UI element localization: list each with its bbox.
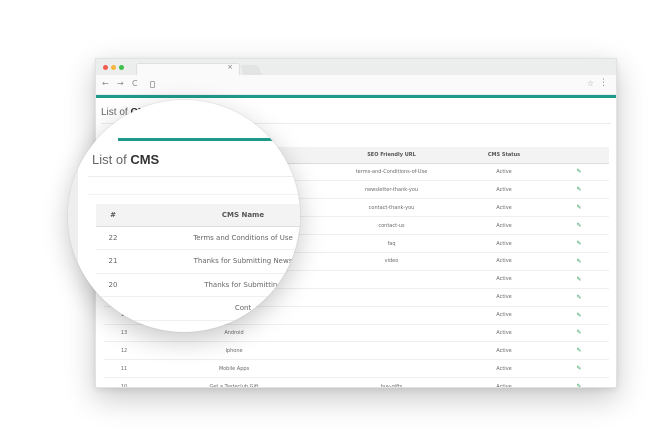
forward-icon[interactable]: → bbox=[117, 79, 124, 88]
magnified-header-row: # CMS Name bbox=[96, 204, 300, 227]
magnified-cms-table: # CMS Name 22 Terms and Conditions of Use… bbox=[96, 204, 300, 321]
row-id: 12 bbox=[104, 341, 144, 361]
magnified-col-header-id: # bbox=[96, 204, 130, 227]
row-name: Thanks for Submitting News bbox=[130, 249, 300, 274]
edit-icon[interactable]: ✎ bbox=[549, 270, 609, 289]
magnified-col-header-name: CMS Name bbox=[130, 204, 300, 227]
row-status: Active bbox=[459, 180, 549, 200]
minimize-window-button[interactable] bbox=[111, 65, 116, 70]
row-id: 21 bbox=[96, 249, 130, 274]
star-icon[interactable]: ☆ bbox=[587, 79, 594, 88]
row-url: video bbox=[324, 252, 459, 271]
edit-icon[interactable]: ✎ bbox=[549, 341, 609, 361]
col-header-actions bbox=[549, 147, 609, 164]
magnified-table-row: 22 Terms and Conditions of Use bbox=[96, 226, 300, 250]
row-status: Active bbox=[459, 377, 549, 387]
table-row: 10 Get a Tasteclub Gift buy-gifts Active ✎ bbox=[104, 377, 609, 387]
row-url bbox=[324, 306, 459, 325]
tab-bar: × bbox=[96, 59, 616, 75]
row-id: 22 bbox=[96, 226, 130, 250]
row-status: Active bbox=[459, 234, 549, 253]
row-url bbox=[324, 270, 459, 289]
row-url: newsletter-thank-you bbox=[324, 180, 459, 200]
magnified-page-title: List of CMS bbox=[92, 152, 159, 167]
row-status: Active bbox=[459, 252, 549, 271]
col-header-status[interactable]: CMS Status bbox=[459, 147, 549, 164]
row-name: Cont bbox=[130, 296, 300, 321]
magnified-table-row: Cont bbox=[96, 296, 300, 321]
row-status: Active bbox=[459, 341, 549, 361]
new-tab-button[interactable] bbox=[240, 65, 262, 75]
edit-icon[interactable]: ✎ bbox=[549, 216, 609, 236]
table-row: 11 Mobile Apps Active ✎ bbox=[104, 359, 609, 379]
row-url: contact-us bbox=[324, 216, 459, 236]
row-id bbox=[96, 296, 130, 321]
row-status: Active bbox=[459, 198, 549, 218]
row-name: Get a Tasteclub Gift bbox=[144, 377, 324, 387]
page-icon bbox=[150, 81, 155, 88]
header-accent-bar bbox=[96, 95, 616, 98]
edit-icon[interactable]: ✎ bbox=[549, 359, 609, 379]
edit-icon[interactable]: ✎ bbox=[549, 163, 609, 182]
row-url: contact-thank-you bbox=[324, 198, 459, 218]
row-status: Active bbox=[459, 270, 549, 289]
row-status: Active bbox=[459, 359, 549, 379]
row-id: 10 bbox=[104, 377, 144, 387]
row-id: 20 bbox=[96, 273, 130, 297]
row-status: Active bbox=[459, 216, 549, 236]
edit-icon[interactable]: ✎ bbox=[549, 252, 609, 271]
divider bbox=[88, 176, 300, 177]
address-bar: ← → C ☆ ⋮ bbox=[96, 75, 616, 95]
row-status: Active bbox=[459, 288, 549, 307]
edit-icon[interactable]: ✎ bbox=[549, 288, 609, 307]
edit-icon[interactable]: ✎ bbox=[549, 198, 609, 218]
reload-icon[interactable]: C bbox=[132, 79, 138, 88]
browser-tab[interactable]: × bbox=[136, 63, 240, 75]
back-icon[interactable]: ← bbox=[102, 79, 109, 88]
row-url: terms-and-Conditions-of-Use bbox=[324, 163, 459, 182]
row-url bbox=[324, 341, 459, 361]
row-url bbox=[324, 288, 459, 307]
magnified-title-strong: CMS bbox=[130, 152, 160, 167]
row-url: faq bbox=[324, 234, 459, 253]
row-url bbox=[324, 359, 459, 379]
magnifier-lens: List of CMS # CMS Name 22 Terms and Condi… bbox=[68, 100, 300, 332]
edit-icon[interactable]: ✎ bbox=[549, 324, 609, 343]
row-status: Active bbox=[459, 324, 549, 343]
magnified-table-row: 21 Thanks for Submitting News bbox=[96, 249, 300, 274]
maximize-window-button[interactable] bbox=[119, 65, 124, 70]
row-status: Active bbox=[459, 163, 549, 182]
edit-icon[interactable]: ✎ bbox=[549, 234, 609, 253]
close-window-button[interactable] bbox=[103, 65, 108, 70]
row-id: 13 bbox=[104, 324, 144, 343]
magnified-accent-bar bbox=[118, 138, 300, 141]
row-name: Iphone bbox=[144, 341, 324, 361]
row-name: Terms and Conditions of Use bbox=[130, 226, 300, 250]
row-url: buy-gifts bbox=[324, 377, 459, 387]
table-row: 12 Iphone Active ✎ bbox=[104, 341, 609, 361]
divider bbox=[88, 194, 300, 195]
edit-icon[interactable]: ✎ bbox=[549, 306, 609, 325]
close-icon[interactable]: × bbox=[227, 63, 233, 71]
row-id: 11 bbox=[104, 359, 144, 379]
magnifier-edge bbox=[68, 100, 78, 332]
row-name: Mobile Apps bbox=[144, 359, 324, 379]
magnified-table-row: 20 Thanks for Submitting bbox=[96, 273, 300, 297]
menu-icon[interactable]: ⋮ bbox=[599, 78, 608, 88]
row-status: Active bbox=[459, 306, 549, 325]
edit-icon[interactable]: ✎ bbox=[549, 180, 609, 200]
col-header-url[interactable]: SEO Friendly URL bbox=[324, 147, 459, 164]
magnified-title-prefix: List of bbox=[92, 152, 127, 167]
row-name: Thanks for Submitting bbox=[130, 273, 300, 297]
row-url bbox=[324, 324, 459, 343]
edit-icon[interactable]: ✎ bbox=[549, 377, 609, 387]
